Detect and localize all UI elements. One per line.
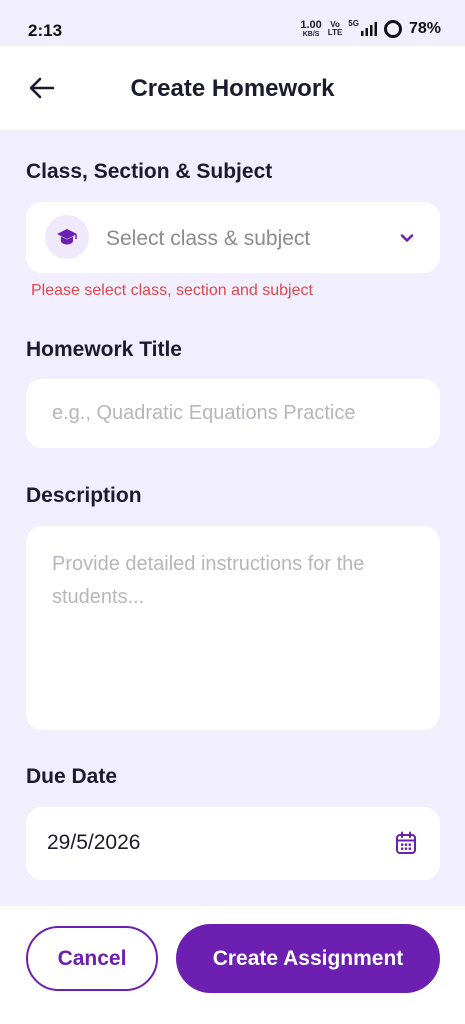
description-card — [26, 526, 440, 730]
create-assignment-button[interactable]: Create Assignment — [176, 924, 440, 993]
network-speed: 1.00 KB/S — [300, 19, 322, 39]
calendar-icon[interactable] — [395, 831, 417, 855]
chevron-down-icon — [400, 234, 414, 242]
due-date-value: 29/5/2026 — [47, 831, 141, 854]
homework-title-input[interactable] — [26, 379, 440, 448]
graduation-cap-icon — [57, 229, 77, 245]
signal-icon — [360, 22, 377, 36]
class-subject-error: Please select class, section and subject — [31, 282, 313, 299]
description-label: Description — [26, 484, 142, 507]
battery-ring-icon — [383, 20, 402, 38]
battery-percentage: 78% — [408, 20, 441, 37]
volte-indicator: Vo LTE — [328, 21, 343, 37]
due-date-field[interactable]: 29/5/2026 — [26, 807, 440, 880]
status-time: 2:13 — [28, 21, 63, 40]
homework-title-label: Homework Title — [26, 338, 182, 361]
graduation-cap-icon-badge — [45, 215, 89, 259]
due-date-label: Due Date — [26, 765, 118, 788]
app-header: Create Homework — [0, 46, 465, 130]
volte-bottom: LTE — [327, 28, 343, 37]
page-title: Create Homework — [130, 75, 335, 102]
network-type: 5G — [348, 19, 359, 28]
class-section-label: Class, Section & Subject — [26, 160, 273, 183]
bottom-action-bar: Cancel Create Assignment — [0, 906, 465, 1024]
network-speed-value: 1.00 — [300, 19, 322, 31]
status-bar: 2:13 1.00 KB/S Vo LTE 5G 78% — [0, 0, 465, 46]
class-subject-select[interactable]: Select class & subject — [26, 202, 440, 273]
network-speed-unit: KB/S — [302, 31, 320, 38]
homework-title-card — [26, 379, 440, 448]
status-indicators: 1.00 KB/S Vo LTE 5G 78% — [300, 19, 441, 39]
description-textarea[interactable] — [26, 526, 440, 730]
cancel-button[interactable]: Cancel — [26, 926, 158, 991]
class-subject-placeholder: Select class & subject — [106, 227, 311, 250]
